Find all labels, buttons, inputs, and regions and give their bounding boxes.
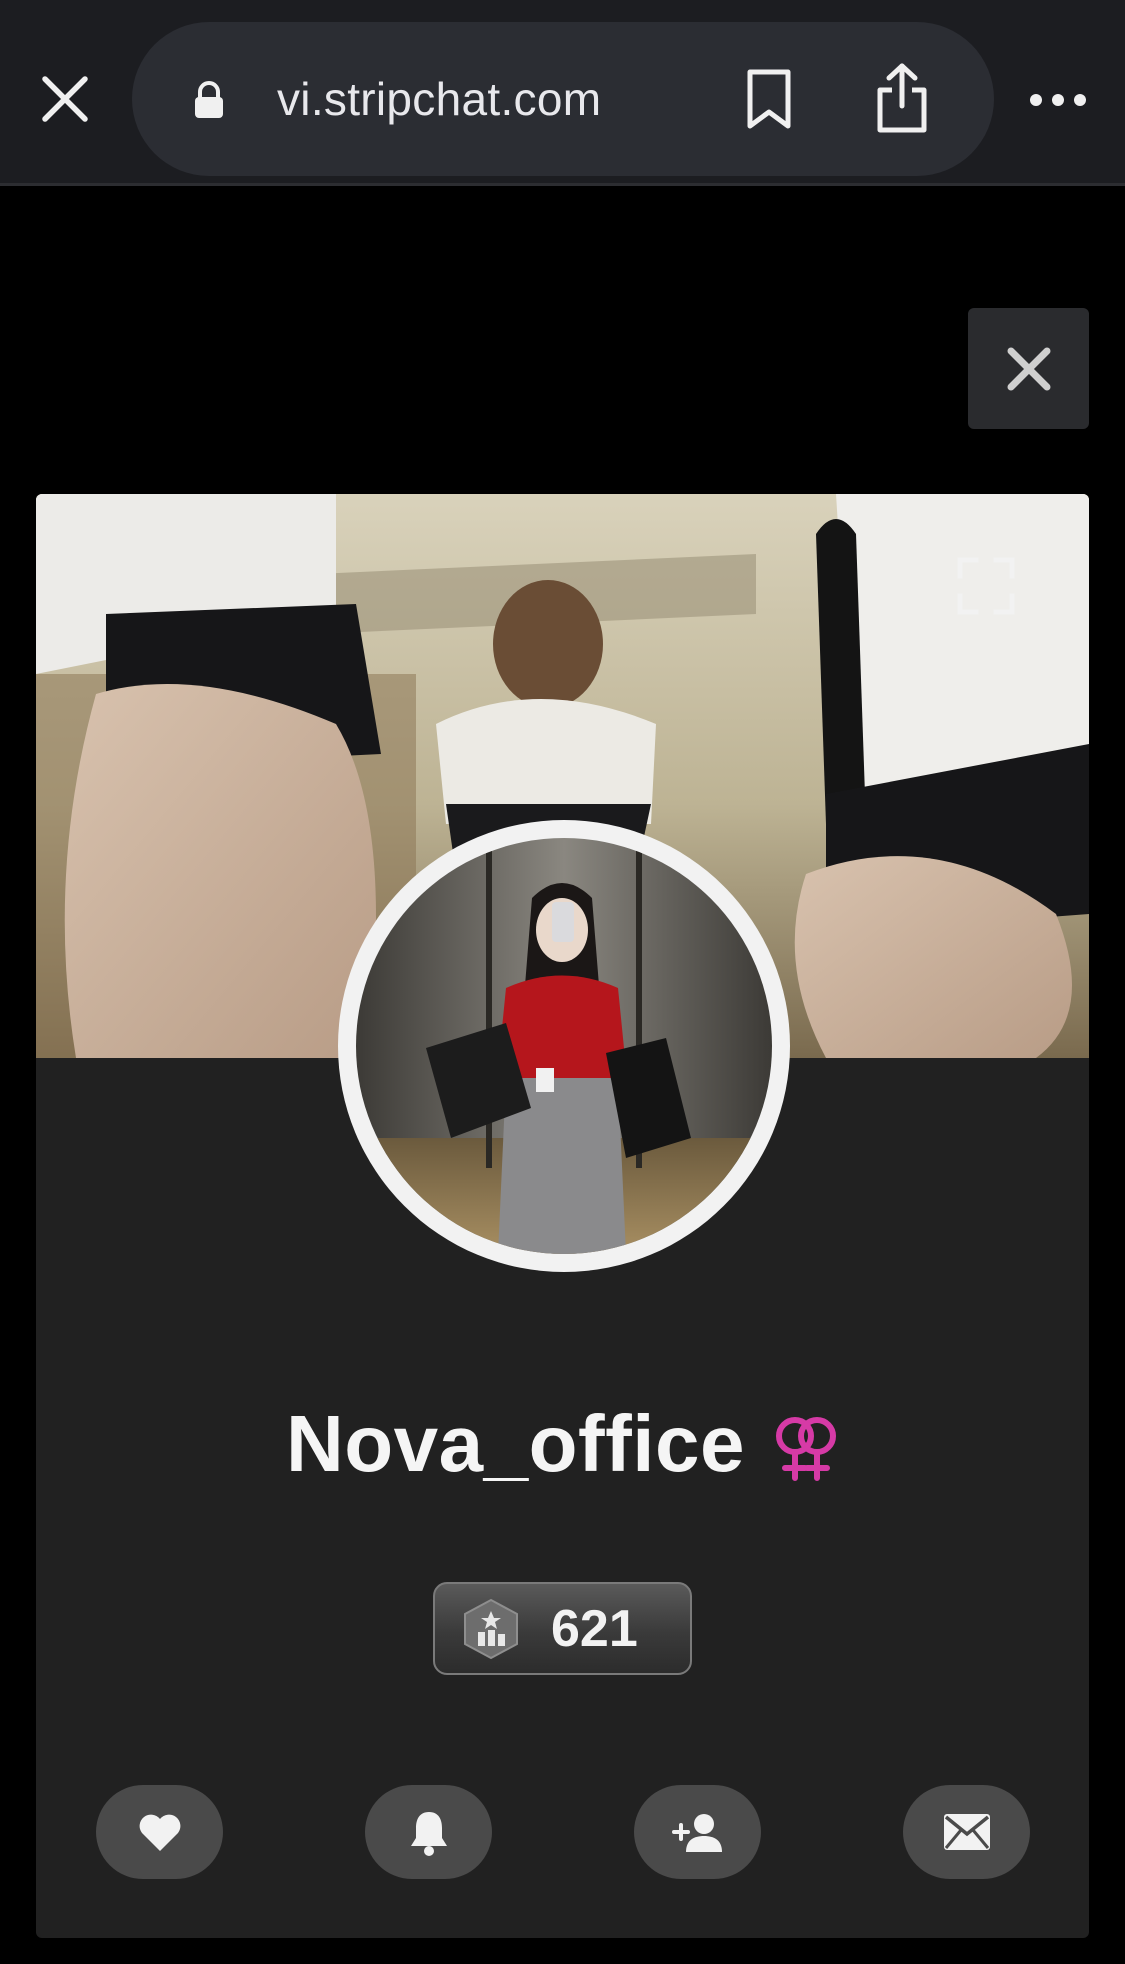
url-text: vi.stripchat.com	[277, 73, 602, 125]
add-friend-button[interactable]	[634, 1785, 761, 1879]
lock-icon	[195, 81, 223, 118]
message-button[interactable]	[903, 1785, 1030, 1879]
address-bar[interactable]: vi.stripchat.com	[132, 22, 994, 176]
envelope-icon	[943, 1814, 990, 1850]
level-badge[interactable]: 621	[433, 1582, 692, 1675]
modal-close-button[interactable]	[968, 308, 1089, 429]
bell-icon	[410, 1812, 447, 1856]
heart-icon	[139, 1814, 180, 1851]
username: Nova_office	[286, 1399, 745, 1488]
favorite-button[interactable]	[96, 1785, 223, 1879]
share-icon[interactable]	[872, 62, 932, 134]
fullscreen-icon[interactable]	[956, 556, 1016, 616]
action-bar	[36, 1785, 1089, 1879]
level-value: 621	[551, 1599, 638, 1658]
avatar-photo	[356, 838, 772, 1254]
more-icon[interactable]	[1028, 80, 1088, 120]
close-icon	[1007, 347, 1050, 390]
close-tab-button[interactable]	[30, 64, 100, 134]
female-couple-icon	[775, 1417, 836, 1481]
notify-button[interactable]	[365, 1785, 492, 1879]
avatar[interactable]	[338, 820, 790, 1272]
browser-toolbar: vi.stripchat.com	[0, 0, 1125, 186]
close-icon	[42, 76, 88, 122]
bookmark-icon[interactable]	[744, 68, 794, 132]
level-hexagon-icon	[464, 1598, 518, 1659]
add-user-icon	[671, 1814, 722, 1852]
username-row: Nova_office	[36, 1394, 1089, 1494]
profile-card: Nova_office 621	[36, 494, 1089, 1938]
